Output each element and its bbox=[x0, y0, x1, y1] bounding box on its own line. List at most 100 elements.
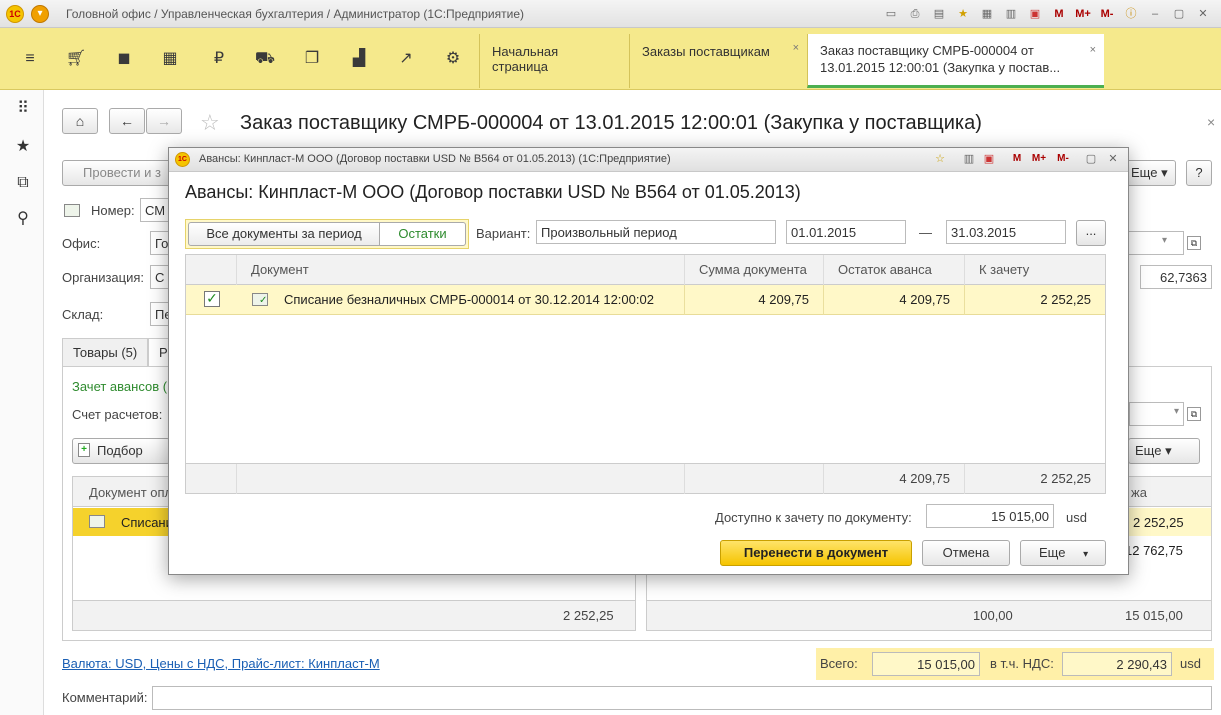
sidebar: ⠿ ★ ⧉ ⚲ bbox=[0, 90, 44, 715]
bag-icon[interactable]: ◼ bbox=[113, 48, 135, 70]
calendar-icon[interactable]: ▣ bbox=[1025, 4, 1045, 24]
main-menu-button[interactable]: ▾ bbox=[31, 5, 49, 23]
row-offset[interactable]: 2 252,25 bbox=[964, 285, 1105, 315]
row-sum: 4 209,75 bbox=[684, 285, 823, 315]
app-titlebar: 1С ▾ Головной офис / Управленческая бухг… bbox=[0, 0, 1221, 28]
page-title: Заказ поставщику СМРБ-000004 от 13.01.20… bbox=[240, 112, 982, 134]
sections-toolbar: ≡ 🛒︎ ◼ ▦ ₽ ⛟ ❐ ▟ ↗ ⚙ Начальная страница … bbox=[0, 28, 1221, 90]
minimize-icon[interactable]: – bbox=[1145, 4, 1165, 24]
mode-all-documents[interactable]: Все документы за период bbox=[188, 222, 380, 246]
tab-home[interactable]: Начальная страница bbox=[479, 34, 629, 88]
favorite-icon[interactable]: ★ bbox=[953, 4, 973, 24]
vat-value: 2 290,43 bbox=[1062, 652, 1172, 676]
dialog-logo: 1С bbox=[175, 152, 190, 167]
memory-mminus-button[interactable]: M- bbox=[1097, 4, 1117, 24]
vat-label: в т.ч. НДС: bbox=[990, 656, 1054, 671]
column-header-offset: К зачету bbox=[964, 255, 1105, 285]
comment-label: Комментарий: bbox=[62, 690, 148, 705]
app-title: Головной офис / Управленческая бухгалтер… bbox=[66, 7, 525, 21]
bookmark-star-icon[interactable]: ☆ bbox=[200, 110, 220, 136]
documents-icon[interactable]: ❐ bbox=[301, 48, 323, 70]
tab-close-icon[interactable]: × bbox=[793, 42, 799, 54]
comment-input[interactable] bbox=[152, 686, 1212, 710]
more-button-dialog[interactable]: Еще ▾ bbox=[1020, 540, 1106, 566]
open-icon[interactable]: ⧉ bbox=[1187, 407, 1201, 421]
mode-balances[interactable]: Остатки bbox=[379, 222, 466, 246]
mode-switch: Все документы за период Остатки bbox=[185, 219, 469, 249]
maximize-icon[interactable]: ▢ bbox=[1083, 151, 1099, 167]
variant-label: Вариант: bbox=[476, 226, 531, 241]
gear-icon[interactable]: ⚙ bbox=[442, 48, 464, 70]
period-select-button[interactable]: ... bbox=[1076, 220, 1106, 246]
number-label: Номер: bbox=[91, 203, 135, 218]
total-rest: 4 209,75 bbox=[823, 464, 964, 494]
post-close-button[interactable]: Провести и з bbox=[62, 160, 182, 186]
tab-supplier-orders[interactable]: Заказы поставщикам × bbox=[629, 34, 807, 88]
grid-icon[interactable]: ▦ bbox=[159, 48, 181, 70]
more-button[interactable]: Еще ▾ bbox=[1126, 160, 1176, 186]
more-button-table[interactable]: Еще ▾ bbox=[1128, 438, 1200, 464]
row-checkbox[interactable]: ✓ bbox=[204, 291, 220, 307]
home-button[interactable]: ⌂ bbox=[62, 108, 98, 134]
monitor-icon[interactable]: ▭ bbox=[881, 4, 901, 24]
info-icon[interactable]: ⓘ bbox=[1121, 4, 1141, 24]
back-button[interactable]: ← bbox=[109, 108, 145, 134]
form-close-icon[interactable]: × bbox=[1207, 114, 1215, 130]
advances-dialog: 1С Авансы: Кинпласт-М ООО (Договор поста… bbox=[168, 147, 1129, 575]
close-icon[interactable]: ✕ bbox=[1193, 4, 1213, 24]
memory-mplus-button[interactable]: M+ bbox=[1031, 151, 1047, 167]
clipboard-icon[interactable]: ▦ bbox=[977, 4, 997, 24]
office-input-right[interactable]: ▾ bbox=[1126, 231, 1184, 255]
available-value: 15 015,00 bbox=[926, 504, 1054, 528]
ruble-icon[interactable]: ₽ bbox=[208, 48, 230, 70]
truck-icon[interactable]: ⛟ bbox=[254, 48, 276, 70]
memory-mminus-button[interactable]: M- bbox=[1055, 151, 1071, 167]
cancel-button[interactable]: Отмена bbox=[922, 540, 1010, 566]
document-status-icon bbox=[64, 204, 80, 217]
variant-input[interactable]: Произвольный период bbox=[536, 220, 776, 244]
apps-grid-icon[interactable]: ⠿ bbox=[12, 98, 34, 120]
menu-icon[interactable]: ≡ bbox=[19, 48, 41, 70]
tab-goods[interactable]: Товары (5) bbox=[62, 338, 148, 366]
search-icon[interactable]: ⚲ bbox=[12, 208, 34, 230]
trend-icon[interactable]: ↗ bbox=[395, 48, 417, 70]
memory-mplus-button[interactable]: M+ bbox=[1073, 4, 1093, 24]
date-to-input[interactable]: 31.03.2015 bbox=[946, 220, 1066, 244]
footer-total: 2 252,25 bbox=[563, 608, 614, 623]
help-button[interactable]: ? bbox=[1186, 160, 1212, 186]
memory-m-button[interactable]: M bbox=[1009, 151, 1025, 167]
table-row[interactable]: ✓ Списание безналичных СМРБ-000014 от 30… bbox=[186, 285, 1105, 315]
calculator-icon[interactable]: ▥ bbox=[1001, 4, 1021, 24]
available-currency: usd bbox=[1066, 510, 1087, 525]
print-preview-icon[interactable]: ▤ bbox=[929, 4, 949, 24]
dialog-title: Авансы: Кинпласт-М ООО (Договор поставки… bbox=[185, 182, 801, 202]
document-icon bbox=[89, 515, 105, 528]
chart-bar-icon[interactable]: ▟ bbox=[348, 48, 370, 70]
currency-prices-link[interactable]: Валюта: USD, Цены с НДС, Прайс-лист: Кин… bbox=[62, 656, 380, 671]
maximize-icon[interactable]: ▢ bbox=[1169, 4, 1189, 24]
tab-close-icon[interactable]: × bbox=[1090, 42, 1096, 59]
cart-icon[interactable]: 🛒︎ bbox=[65, 48, 87, 70]
open-icon[interactable]: ⧉ bbox=[1187, 236, 1201, 250]
advances-table: Документ Сумма документа Остаток аванса … bbox=[185, 254, 1106, 494]
advance-offset-label: Зачет авансов ( bbox=[72, 379, 168, 394]
date-from-input[interactable]: 01.01.2015 bbox=[786, 220, 906, 244]
favorites-star-icon[interactable]: ★ bbox=[12, 136, 34, 158]
column-header-document: Документ bbox=[236, 255, 684, 285]
print-icon[interactable]: ⎙ bbox=[905, 4, 925, 24]
settlement-input-right[interactable]: ▾ bbox=[1129, 402, 1184, 426]
history-icon[interactable]: ⧉ bbox=[12, 172, 34, 194]
row-document: Списание безналичных СМРБ-000014 от 30.1… bbox=[284, 292, 654, 307]
available-label: Доступно к зачету по документу: bbox=[715, 510, 912, 525]
warehouse-label: Склад: bbox=[62, 307, 104, 322]
memory-m-button[interactable]: M bbox=[1049, 4, 1069, 24]
forward-button[interactable]: → bbox=[146, 108, 182, 134]
calendar-icon[interactable]: ▣ bbox=[981, 151, 997, 167]
currency-label: usd bbox=[1180, 656, 1201, 671]
calculator-icon[interactable]: ▥ bbox=[961, 151, 977, 167]
favorite-icon[interactable]: ☆ bbox=[932, 151, 948, 167]
transfer-to-document-button[interactable]: Перенести в документ bbox=[720, 540, 912, 566]
rate-input[interactable]: 62,7363 bbox=[1140, 265, 1212, 289]
close-icon[interactable]: ✕ bbox=[1105, 151, 1121, 167]
tab-supplier-order[interactable]: Заказ поставщику СМРБ-000004 от 13.01.20… bbox=[807, 34, 1104, 88]
